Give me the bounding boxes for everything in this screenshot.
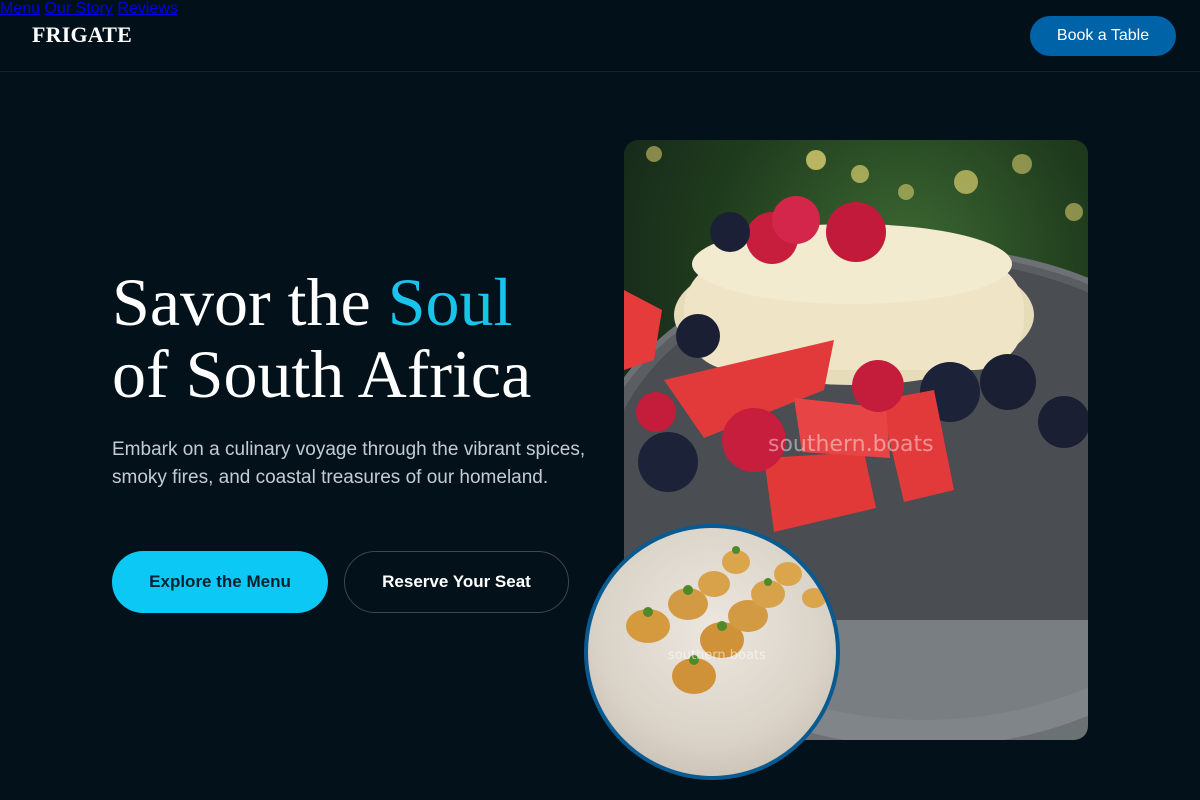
brand-logo[interactable]: FRIGATE: [32, 22, 132, 48]
nav-item-menu[interactable]: Menu: [0, 0, 40, 17]
headline-part2: of South Africa: [112, 336, 532, 412]
hero-subtext: Embark on a culinary voyage through the …: [112, 439, 586, 488]
headline-accent: Soul: [387, 264, 513, 340]
explore-menu-button[interactable]: Explore the Menu: [112, 551, 328, 613]
main-nav: Menu Our Story Reviews: [0, 0, 1200, 18]
hero-headline: Savor the Soul of South Africa: [112, 266, 632, 410]
round-photo-watermark: southern.boats: [668, 648, 766, 663]
nav-item-our-story[interactable]: Our Story: [44, 0, 112, 17]
main-photo-watermark: southern.boats: [768, 432, 934, 457]
nav-item-reviews[interactable]: Reviews: [117, 0, 177, 17]
headline-part1: Savor the: [112, 264, 388, 340]
reserve-seat-button[interactable]: Reserve Your Seat: [344, 551, 569, 613]
book-table-button[interactable]: Book a Table: [1030, 16, 1176, 56]
site-header: FRIGATE Menu Our Story Reviews Book a Ta…: [0, 0, 1200, 72]
canape-photo: southern.boats: [584, 524, 840, 780]
